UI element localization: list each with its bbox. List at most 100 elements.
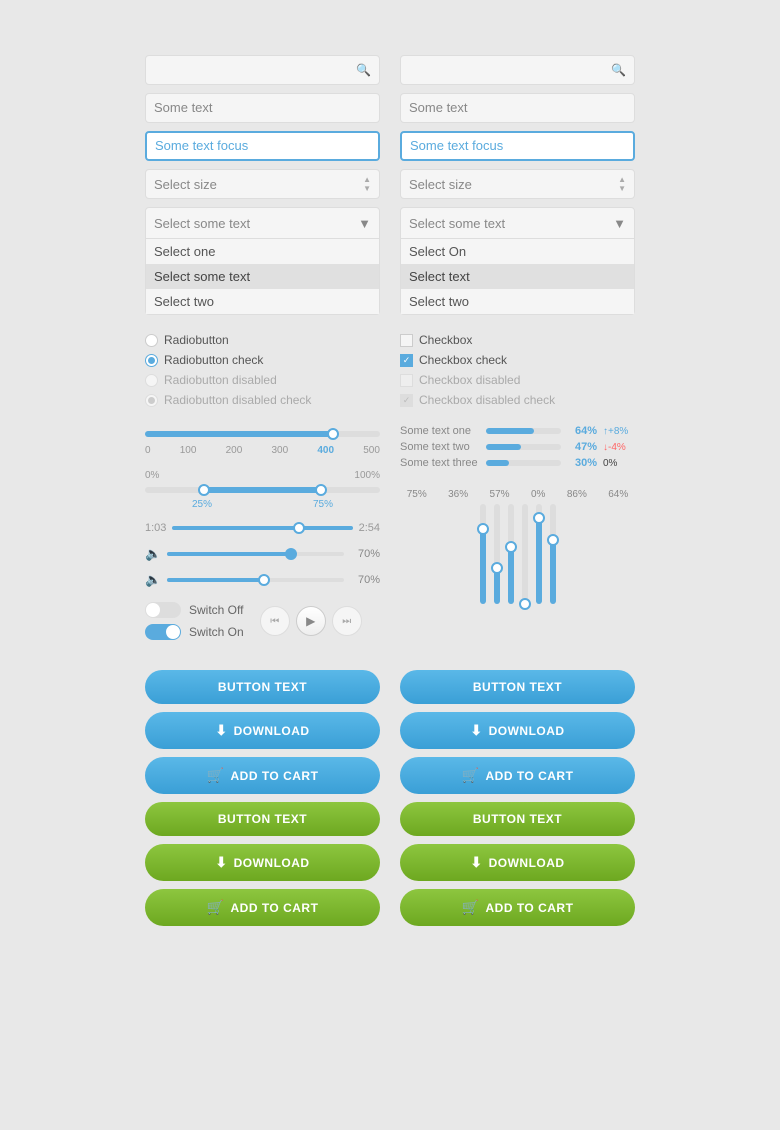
dual-slider[interactable]: 0% 100% 25% 75%: [145, 470, 380, 510]
play-button[interactable]: ▶: [296, 606, 326, 636]
vert-slider-5[interactable]: [536, 504, 542, 604]
vol-track-1: [167, 552, 344, 556]
download-blue-right[interactable]: ⬇ DOWNLOAD: [400, 712, 635, 749]
vol-thumb-2[interactable]: [258, 574, 270, 586]
slider-thumb[interactable]: [327, 428, 339, 440]
button-text-blue-left[interactable]: BUTTON TEXT: [145, 670, 380, 704]
download-icon-right-1: ⬇: [470, 722, 482, 739]
text-input-right[interactable]: Some text: [400, 93, 635, 123]
progress-row-1: Some text one 64% ↑+8%: [400, 425, 635, 437]
radio-normal[interactable]: Radiobutton: [145, 333, 380, 347]
focus-input-left[interactable]: Some text focus: [145, 131, 380, 161]
spinner-right: ▲▼: [618, 175, 626, 193]
slider-fill: [145, 431, 333, 437]
vol-fill-1: [167, 552, 291, 556]
add-to-cart-blue-left[interactable]: 🛒 ADD TO CART: [145, 757, 380, 794]
button-text-green-left[interactable]: BUTTON TEXT: [145, 802, 380, 836]
focus-input-right[interactable]: Some text focus: [400, 131, 635, 161]
switch-group: Switch Off Switch On: [145, 602, 244, 640]
vol-thumb-1[interactable]: [285, 548, 297, 560]
add-to-cart-green-right[interactable]: 🛒 ADD TO CART: [400, 889, 635, 926]
volume-icon-2: 🔈: [145, 572, 161, 588]
button-text-green-right[interactable]: BUTTON TEXT: [400, 802, 635, 836]
volume-slider-1[interactable]: 🔈 70%: [145, 546, 380, 562]
select-size-left[interactable]: Select size ▲▼: [145, 169, 380, 199]
download-green-right[interactable]: ⬇ DOWNLOAD: [400, 844, 635, 881]
checkbox-disabled-checked: ✓ Checkbox disabled check: [400, 393, 635, 407]
dual-thumb-left[interactable]: [198, 484, 210, 496]
dropdown-header-right[interactable]: Select some text ▼: [401, 208, 634, 238]
add-to-cart-blue-right[interactable]: 🛒 ADD TO CART: [400, 757, 635, 794]
checkbox-checked[interactable]: ✓ Checkbox check: [400, 353, 635, 367]
time-slider[interactable]: 1:03 2:54: [145, 522, 380, 534]
next-button[interactable]: ⏭: [332, 606, 362, 636]
switch-off[interactable]: [145, 602, 181, 618]
vol-fill-2: [167, 578, 264, 582]
controls-row: Switch Off Switch On ⏮ ▶ ⏭: [145, 602, 380, 640]
download-green-left[interactable]: ⬇ DOWNLOAD: [145, 844, 380, 881]
progress-bar-2: [486, 444, 561, 450]
select-size-right[interactable]: Select size ▲▼: [400, 169, 635, 199]
dropdown-option-1-left[interactable]: Select one: [146, 239, 379, 264]
dropdown-right[interactable]: Select some text ▼ Select On Select text…: [400, 207, 635, 315]
dropdown-arrow-left: ▼: [358, 216, 371, 231]
radio-disabled-checked: Radiobutton disabled check: [145, 393, 380, 407]
checkbox-group: Checkbox ✓ Checkbox check Checkbox disab…: [400, 333, 635, 407]
radio-circle-disabled: [145, 374, 158, 387]
vert-slider-3[interactable]: [508, 504, 514, 604]
time-thumb[interactable]: [293, 522, 305, 534]
dropdown-option-3-left[interactable]: Select two: [146, 289, 379, 314]
dual-thumb-right[interactable]: [315, 484, 327, 496]
download-blue-left[interactable]: ⬇ DOWNLOAD: [145, 712, 380, 749]
dropdown-option-2-left[interactable]: Select some text: [146, 264, 379, 289]
button-text-blue-right[interactable]: BUTTON TEXT: [400, 670, 635, 704]
checkbox-sq-normal: [400, 334, 413, 347]
dropdown-option-1-right[interactable]: Select On: [401, 239, 634, 264]
volume-icon-1: 🔈: [145, 546, 161, 562]
checkbox-sq-disabled-checked: ✓: [400, 394, 413, 407]
progress-row-3: Some text three 30% 0%: [400, 457, 635, 469]
range-slider[interactable]: 0 100 200 300 400 500: [145, 425, 380, 456]
dropdown-options-right: Select On Select text Select two: [401, 238, 634, 314]
switch-on-row[interactable]: Switch On: [145, 624, 244, 640]
cart-icon-left-1: 🛒: [207, 767, 225, 784]
spinner-left: ▲▼: [363, 175, 371, 193]
vertical-sliders-section: 75% 36% 57% 0% 86% 64%: [400, 489, 635, 604]
dropdown-arrow-right: ▼: [613, 216, 626, 231]
radio-checked[interactable]: Radiobutton check: [145, 353, 380, 367]
radio-inner-disabled: [148, 397, 155, 404]
checkbox-sq-checked: ✓: [400, 354, 413, 367]
progress-bar-3: [486, 460, 561, 466]
vert-sliders: [400, 504, 635, 604]
slider-labels: 0 100 200 300 400 500: [145, 445, 380, 456]
progress-bars: Some text one 64% ↑+8% Some text two 47%…: [400, 425, 635, 469]
checkbox-normal[interactable]: Checkbox: [400, 333, 635, 347]
prev-button[interactable]: ⏮: [260, 606, 290, 636]
search-input-right[interactable]: Search 🔍: [400, 55, 635, 85]
download-icon-left-2: ⬇: [215, 854, 227, 871]
vert-slider-2[interactable]: [494, 504, 500, 604]
switch-knob-on: [166, 625, 180, 639]
switch-on[interactable]: [145, 624, 181, 640]
right-button-group: BUTTON TEXT ⬇ DOWNLOAD 🛒 ADD TO CART BUT…: [400, 670, 635, 926]
search-field-right[interactable]: Search: [409, 63, 611, 78]
search-field-left[interactable]: Search: [154, 63, 356, 78]
switch-off-row[interactable]: Switch Off: [145, 602, 244, 618]
left-button-group: BUTTON TEXT ⬇ DOWNLOAD 🛒 ADD TO CART BUT…: [145, 670, 380, 926]
radio-circle-normal: [145, 334, 158, 347]
search-icon-right: 🔍: [611, 63, 626, 77]
text-input-left[interactable]: Some text: [145, 93, 380, 123]
vert-slider-4[interactable]: [522, 504, 528, 604]
vert-slider-1[interactable]: [480, 504, 486, 604]
search-input-left[interactable]: Search 🔍: [145, 55, 380, 85]
dropdown-left[interactable]: Select some text ▼ Select one Select som…: [145, 207, 380, 315]
download-icon-left-1: ⬇: [215, 722, 227, 739]
progress-bar-1: [486, 428, 561, 434]
vert-slider-6[interactable]: [550, 504, 556, 604]
checkbox-sq-disabled: [400, 374, 413, 387]
volume-slider-2[interactable]: 🔈 70%: [145, 572, 380, 588]
add-to-cart-green-left[interactable]: 🛒 ADD TO CART: [145, 889, 380, 926]
dropdown-option-2-right[interactable]: Select text: [401, 264, 634, 289]
dropdown-option-3-right[interactable]: Select two: [401, 289, 634, 314]
dropdown-header-left[interactable]: Select some text ▼: [146, 208, 379, 238]
